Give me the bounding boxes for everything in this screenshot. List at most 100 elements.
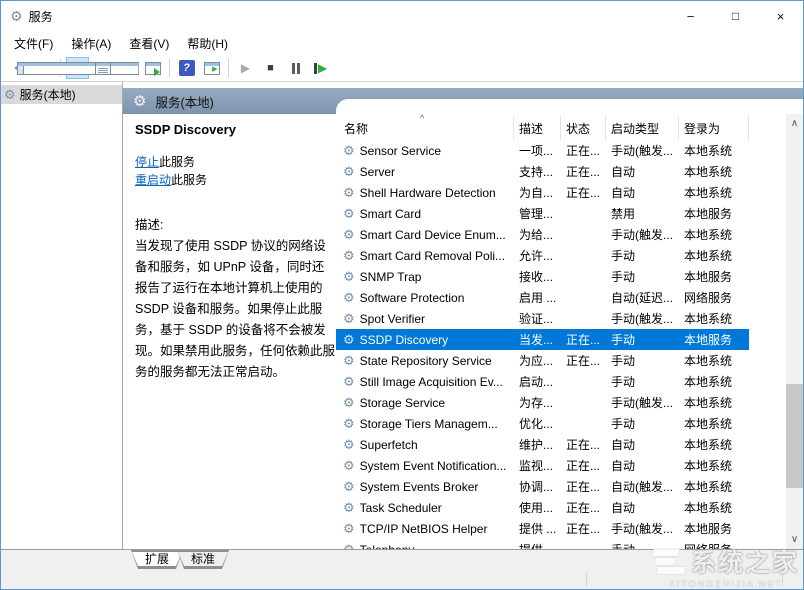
services-gear-icon: ⚙ <box>4 88 16 101</box>
table-row[interactable]: ⚙Server支持...正在...自动本地系统 <box>336 161 749 182</box>
service-name: Smart Card <box>360 207 421 221</box>
main-body: SSDP Discovery 停止此服务 重启动此服务 描述: 当发现了使用 S… <box>123 114 803 549</box>
service-name: Shell Hardware Detection <box>360 186 496 200</box>
column-header-startup-type[interactable]: 启动类型 <box>606 116 679 140</box>
pause-service-button[interactable] <box>284 57 307 79</box>
selected-service-title: SSDP Discovery <box>135 122 326 137</box>
service-name: Storage Service <box>360 396 445 410</box>
band-gear-icon: ⚙ <box>133 94 146 109</box>
service-detail-pane: SSDP Discovery 停止此服务 重启动此服务 描述: 当发现了使用 S… <box>123 114 336 549</box>
service-gear-icon: ⚙ <box>343 165 355 178</box>
column-header-description[interactable]: 描述 <box>514 116 561 140</box>
service-name: Smart Card Removal Poli... <box>360 249 505 263</box>
service-gear-icon: ⚙ <box>343 522 355 535</box>
services-list: ⚙Sensor Service一项...正在...手动(触发...本地系统⚙Se… <box>336 140 803 549</box>
console-tree-icon <box>17 62 139 75</box>
service-gear-icon: ⚙ <box>343 480 355 493</box>
table-row[interactable]: ⚙Software Protection启用 ...自动(延迟...网络服务 <box>336 287 749 308</box>
tab-extended[interactable]: 扩展 <box>131 550 183 569</box>
column-header-name[interactable]: 名称 <box>336 116 514 140</box>
table-row[interactable]: ⚙Sensor Service一项...正在...手动(触发...本地系统 <box>336 140 749 161</box>
service-name: Telephony <box>360 543 415 550</box>
table-row[interactable]: ⚙Superfetch维护...正在...自动本地系统 <box>336 434 749 455</box>
help-icon: ? <box>179 60 195 76</box>
view-tabs: 扩展 标准 <box>1 549 803 569</box>
table-row[interactable]: ⚙Spot Verifier验证...手动(触发...本地系统 <box>336 308 749 329</box>
app-gear-icon: ⚙ <box>10 9 23 23</box>
table-row[interactable]: ⚙Shell Hardware Detection为自...正在...自动本地系… <box>336 182 749 203</box>
stop-service-link[interactable]: 停止 <box>135 155 159 169</box>
export-list-button[interactable] <box>141 57 164 79</box>
table-row[interactable]: ⚙State Repository Service为应...正在...手动本地系… <box>336 350 749 371</box>
service-name: Task Scheduler <box>360 501 442 515</box>
restart-service-button[interactable]: ▶ <box>309 57 332 79</box>
table-row[interactable]: ⚙TCP/IP NetBIOS Helper提供 ...正在...手动(触发..… <box>336 518 749 539</box>
service-gear-icon: ⚙ <box>343 312 355 325</box>
service-name: System Event Notification... <box>360 459 507 473</box>
stop-service-button[interactable]: ■ <box>259 57 282 79</box>
tree-item-label: 服务(本地) <box>20 86 76 103</box>
scroll-down-icon[interactable]: ∨ <box>786 531 803 548</box>
menu-file[interactable]: 文件(F) <box>5 32 62 55</box>
service-name: TCP/IP NetBIOS Helper <box>360 522 488 536</box>
column-header-logon-as[interactable]: 登录为 <box>679 116 749 140</box>
service-gear-icon: ⚙ <box>343 228 355 241</box>
menu-view[interactable]: 查看(V) <box>120 32 178 55</box>
service-name: State Repository Service <box>360 354 492 368</box>
extended-view-icon: ▶ <box>204 62 220 75</box>
table-row[interactable]: ⚙Smart Card Device Enum...为给...手动(触发...本… <box>336 224 749 245</box>
properties-icon <box>95 62 111 75</box>
minimize-button[interactable]: − <box>668 1 713 31</box>
scrollbar-thumb[interactable] <box>786 384 803 488</box>
service-gear-icon: ⚙ <box>343 333 355 346</box>
table-row[interactable]: ⚙Smart Card Removal Poli...允许...手动本地系统 <box>336 245 749 266</box>
tree-item-services-local[interactable]: ⚙ 服务(本地) <box>1 85 122 104</box>
service-gear-icon: ⚙ <box>343 459 355 472</box>
table-row[interactable]: ⚙Storage Service为存...手动(触发...本地系统 <box>336 392 749 413</box>
service-name: System Events Broker <box>360 480 479 494</box>
table-header-row: ^ 名称 描述 状态 启动类型 登录为 <box>336 116 803 140</box>
table-row[interactable]: ⚙SSDP Discovery当发...正在...手动本地服务 <box>336 329 749 350</box>
extended-view-button[interactable]: ▶ <box>200 57 223 79</box>
scroll-up-icon[interactable]: ∧ <box>786 115 803 132</box>
service-name: Spot Verifier <box>360 312 425 326</box>
start-service-button[interactable]: ▶ <box>234 57 257 79</box>
stop-service-line: 停止此服务 <box>135 153 326 171</box>
service-gear-icon: ⚙ <box>343 375 355 388</box>
service-gear-icon: ⚙ <box>343 270 355 283</box>
service-name: Server <box>360 165 395 179</box>
services-window: ⚙ 服务 − □ × 文件(F) 操作(A) 查看(V) 帮助(H) ↻ ? ▶… <box>0 0 804 590</box>
maximize-button[interactable]: □ <box>713 1 758 31</box>
service-gear-icon: ⚙ <box>343 144 355 157</box>
console-tree-pane: ⚙ 服务(本地) <box>1 82 123 549</box>
service-gear-icon: ⚙ <box>343 396 355 409</box>
description-text: 当发现了使用 SSDP 协议的网络设备和服务，如 UPnP 设备，同时还报告了运… <box>135 236 335 383</box>
table-row[interactable]: ⚙Telephony提供...手动网络服务 <box>336 539 749 549</box>
service-gear-icon: ⚙ <box>343 249 355 262</box>
table-row[interactable]: ⚙Storage Tiers Managem...优化...手动本地系统 <box>336 413 749 434</box>
vertical-scrollbar[interactable]: ∧ ∨ <box>786 114 803 549</box>
table-row[interactable]: ⚙Task Scheduler使用...正在...自动本地系统 <box>336 497 749 518</box>
console-tree-toggle[interactable] <box>66 57 89 79</box>
service-name: SSDP Discovery <box>360 333 448 347</box>
table-row[interactable]: ⚙Still Image Acquisition Ev...启动...手动本地系… <box>336 371 749 392</box>
table-row[interactable]: ⚙SNMP Trap接收...手动本地服务 <box>336 266 749 287</box>
help-button[interactable]: ? <box>175 57 198 79</box>
content-area: ⚙ 服务(本地) ⚙ 服务(本地) SSDP Discovery 停止此服务 <box>1 82 803 549</box>
restart-service-link[interactable]: 重启动 <box>135 173 171 187</box>
services-table: ^ 名称 描述 状态 启动类型 登录为 ⚙Sensor Service一项...… <box>336 114 803 549</box>
table-row[interactable]: ⚙Smart Card管理...禁用本地服务 <box>336 203 749 224</box>
column-header-status[interactable]: 状态 <box>561 116 606 140</box>
service-gear-icon: ⚙ <box>343 291 355 304</box>
toolbar-separator <box>228 59 229 77</box>
table-row[interactable]: ⚙System Event Notification...监视...正在...自… <box>336 455 749 476</box>
status-bar <box>1 569 803 589</box>
close-button[interactable]: × <box>758 1 803 31</box>
stop-service-suffix: 此服务 <box>159 155 195 169</box>
menu-help[interactable]: 帮助(H) <box>178 32 237 55</box>
service-name: Smart Card Device Enum... <box>360 228 506 242</box>
menu-action[interactable]: 操作(A) <box>62 32 120 55</box>
tab-standard[interactable]: 标准 <box>177 550 229 569</box>
table-row[interactable]: ⚙System Events Broker协调...正在...自动(触发...本… <box>336 476 749 497</box>
service-name: Superfetch <box>360 438 418 452</box>
